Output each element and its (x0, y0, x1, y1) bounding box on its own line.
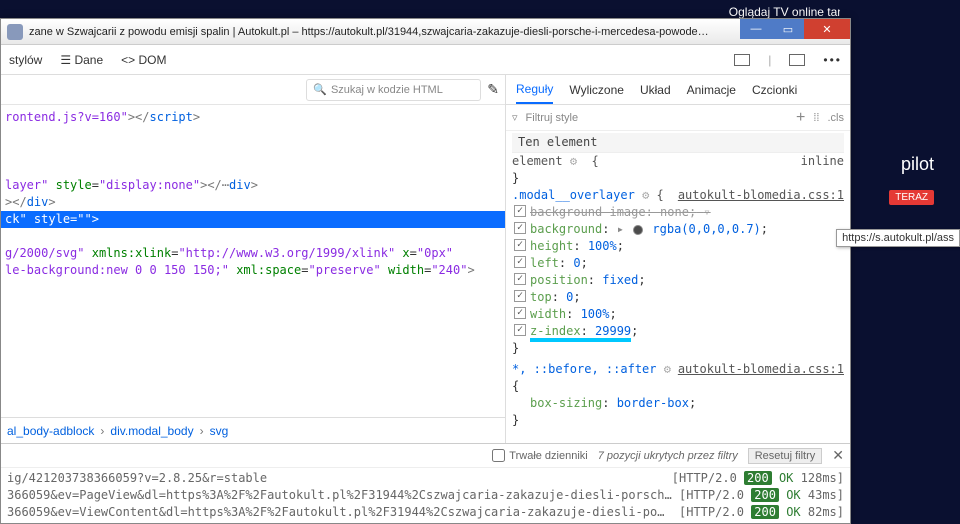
page-right-column: pilot TERAZ (840, 0, 960, 524)
persist-logs-checkbox[interactable]: Trwałe dzienniki (492, 449, 587, 462)
pseudo-class-icon[interactable]: ⁞⁞ (813, 112, 819, 124)
tab-rules[interactable]: Reguły (516, 76, 553, 104)
tab-animations[interactable]: Animacje (687, 77, 736, 103)
window-maximize-button[interactable]: ▭ (772, 19, 804, 39)
devtools-window: zane w Szwajcarii z powodu emisji spalin… (0, 18, 851, 524)
filter-icon: ▿ (512, 111, 518, 124)
expand-icon[interactable]: ▸ (617, 222, 624, 236)
more-icon[interactable]: ••• (823, 53, 842, 67)
add-rule-icon[interactable]: + (796, 109, 805, 127)
selected-node[interactable]: ck" style=""> (1, 211, 505, 228)
filter-swatch-icon[interactable]: ▿ (703, 205, 710, 219)
toolbar-dom[interactable]: <> DOM (121, 53, 166, 67)
cls-toggle[interactable]: .cls (828, 112, 845, 124)
window-title: zane w Szwajcarii z powodu emisji spalin… (29, 26, 850, 38)
window-close-button[interactable]: ✕ (804, 19, 850, 39)
console-panel: Trwałe dzienniki 7 pozycji ukrytych prze… (1, 443, 850, 523)
breadcrumb[interactable]: al_body-adblock› div.modal_body› svg (1, 417, 505, 443)
window-icon (7, 24, 23, 40)
window-minimize-button[interactable]: — (740, 19, 772, 39)
edit-icon[interactable]: ✎ (487, 81, 499, 98)
styles-tabs: Reguły Wyliczone Układ Animacje Czcionki (506, 75, 850, 105)
color-swatch-icon[interactable] (633, 225, 643, 235)
styles-pane: Reguły Wyliczone Układ Animacje Czcionki… (505, 75, 850, 443)
filter-input[interactable]: Filtruj style (526, 112, 789, 124)
toolbar-dane[interactable]: ☰ Dane (60, 53, 103, 67)
pilot-logo: pilot (901, 154, 934, 175)
dock-side-icon[interactable] (789, 54, 805, 66)
window-titlebar[interactable]: zane w Szwajcarii z powodu emisji spalin… (1, 19, 850, 45)
css-rules[interactable]: Ten element element ⚙ {inline } .modal__… (506, 131, 850, 443)
html-tree[interactable]: rontend.js?v=160"></script> layer" style… (1, 105, 505, 417)
dock-icon[interactable] (734, 54, 750, 66)
cta-button[interactable]: TERAZ (889, 190, 934, 205)
console-output[interactable]: ig/421203738366059?v=2.8.25&r=stable[HTT… (1, 468, 850, 523)
hidden-count: 7 pozycji ukrytych przez filtry (598, 450, 738, 462)
reset-filters-button[interactable]: Resetuj filtry (748, 448, 823, 464)
url-tooltip: https://s.autokult.pl/ass (836, 229, 960, 247)
toolbar-stylow[interactable]: stylów (9, 53, 42, 67)
tab-fonts[interactable]: Czcionki (752, 77, 797, 103)
html-search-input[interactable]: 🔍 Szukaj w kodzie HTML (306, 79, 481, 101)
this-element-header: Ten element (512, 133, 844, 153)
search-icon: 🔍 (313, 83, 327, 96)
tab-computed[interactable]: Wyliczone (569, 77, 624, 103)
tab-layout[interactable]: Układ (640, 77, 671, 103)
close-console-icon[interactable]: ✕ (832, 447, 844, 464)
inspector-pane: 🔍 Szukaj w kodzie HTML ✎ rontend.js?v=16… (1, 75, 505, 443)
top-toolbar: stylów ☰ Dane <> DOM | ••• (1, 45, 850, 75)
